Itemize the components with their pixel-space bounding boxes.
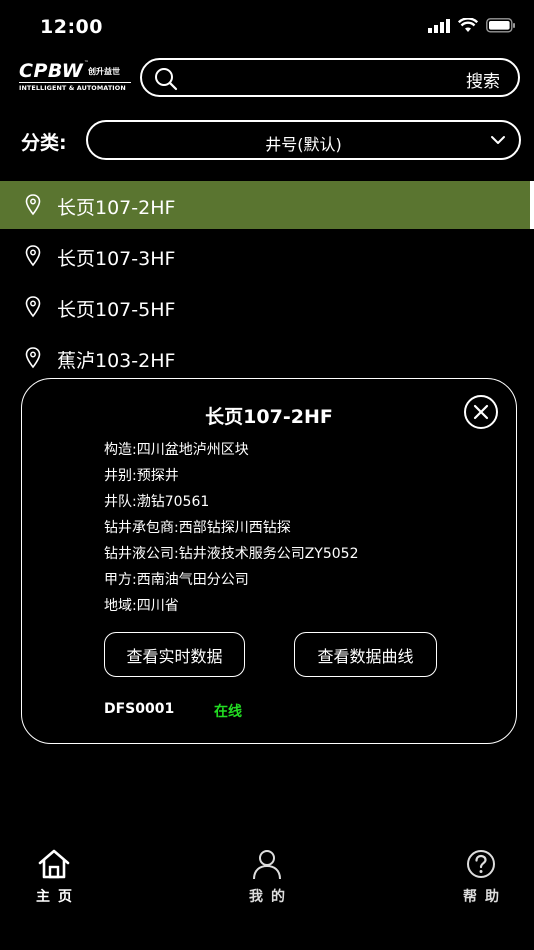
info-key: 井队:: [104, 494, 137, 510]
category-selected-value: 井号(默认): [265, 135, 342, 154]
info-row-structure: 构造:四川盆地泸州区块: [104, 439, 249, 459]
search-bar[interactable]: 搜索: [140, 58, 520, 97]
info-key: 钻井液公司:: [104, 546, 179, 562]
info-value: 四川省: [136, 598, 179, 614]
info-value: 渤钻70561: [136, 494, 210, 510]
location-pin-icon: [25, 194, 41, 216]
logo-mark: CPBW: [19, 60, 84, 82]
tab-home[interactable]: 主页: [14, 848, 94, 906]
category-dropdown[interactable]: 井号(默认): [86, 120, 521, 160]
help-icon: [467, 850, 495, 878]
info-row-crew: 井队:渤钻70561: [104, 491, 209, 511]
tab-profile[interactable]: 我的: [227, 848, 307, 906]
info-key: 钻井承包商:: [104, 520, 179, 536]
well-list: 长页107-2HF 长页107-3HF 长页107-5HF 蕉泸103-2HF: [0, 181, 534, 385]
info-key: 地域:: [104, 598, 137, 614]
info-row-contractor: 钻井承包商:西部钻探川西钻探: [104, 517, 291, 537]
logo-tagline: INTELLIGENT & AUTOMATION: [19, 84, 126, 92]
info-row-region: 地域:四川省: [104, 595, 179, 615]
info-key: 甲方:: [104, 572, 137, 588]
user-icon: [253, 850, 281, 880]
well-list-item[interactable]: 长页107-3HF: [0, 232, 534, 280]
well-list-item[interactable]: 蕉泸103-2HF: [0, 334, 534, 382]
well-name: 长页107-5HF: [57, 299, 176, 321]
well-name: 长页107-2HF: [57, 197, 176, 219]
well-name: 蕉泸103-2HF: [57, 350, 176, 372]
active-indicator: [530, 181, 534, 229]
cellular-signal-icon: [428, 18, 450, 33]
brand-logo: CPBW ™ 创升益世 INTELLIGENT & AUTOMATION: [19, 60, 131, 94]
location-pin-icon: [25, 347, 41, 369]
well-detail-card: 长页107-2HF 构造:四川盆地泸州区块 井别:预探井 井队:渤钻70561 …: [21, 378, 517, 744]
tab-label: 我的: [249, 889, 293, 905]
tab-label: 帮助: [463, 889, 507, 905]
logo-chinese-name: 创升益世: [88, 67, 120, 76]
info-row-well-type: 井别:预探井: [104, 465, 179, 485]
status-bar: 12:00: [0, 0, 534, 56]
search-input[interactable]: [186, 64, 446, 91]
info-row-fluid-company: 钻井液公司:钻井液技术服务公司ZY5052: [104, 543, 359, 563]
battery-icon: [486, 18, 515, 33]
well-list-item[interactable]: 长页107-5HF: [0, 283, 534, 331]
device-id: DFS0001: [104, 701, 175, 717]
status-badge: 在线: [214, 704, 242, 720]
card-title: 长页107-2HF: [205, 406, 333, 428]
info-value: 西南油气田分公司: [136, 572, 249, 588]
search-icon: [155, 68, 178, 91]
logo-divider: [19, 82, 131, 83]
location-pin-icon: [25, 245, 41, 267]
info-value: 钻井液技术服务公司ZY5052: [178, 546, 359, 562]
view-realtime-data-button[interactable]: 查看实时数据: [104, 632, 245, 677]
well-list-item[interactable]: 长页107-2HF: [0, 181, 534, 229]
tab-label: 主页: [36, 889, 80, 905]
status-icons: [428, 18, 516, 33]
view-data-curve-button[interactable]: 查看数据曲线: [294, 632, 437, 677]
chevron-down-icon: [491, 136, 505, 144]
location-pin-icon: [25, 296, 41, 318]
category-label: 分类:: [21, 132, 67, 154]
info-value: 四川盆地泸州区块: [136, 442, 249, 458]
info-row-client: 甲方:西南油气田分公司: [104, 569, 249, 589]
search-button[interactable]: 搜索: [466, 67, 500, 92]
close-icon[interactable]: [463, 394, 499, 430]
status-time: 12:00: [40, 16, 103, 38]
bottom-tab-bar: 主页 我的 帮助: [0, 838, 534, 950]
info-value: 预探井: [136, 468, 179, 484]
wifi-icon: [458, 18, 478, 32]
info-value: 西部钻探川西钻探: [178, 520, 291, 536]
info-key: 构造:: [104, 442, 137, 458]
well-name: 长页107-3HF: [57, 248, 176, 270]
home-icon: [38, 849, 70, 879]
info-key: 井别:: [104, 468, 137, 484]
tab-help[interactable]: 帮助: [441, 848, 521, 906]
